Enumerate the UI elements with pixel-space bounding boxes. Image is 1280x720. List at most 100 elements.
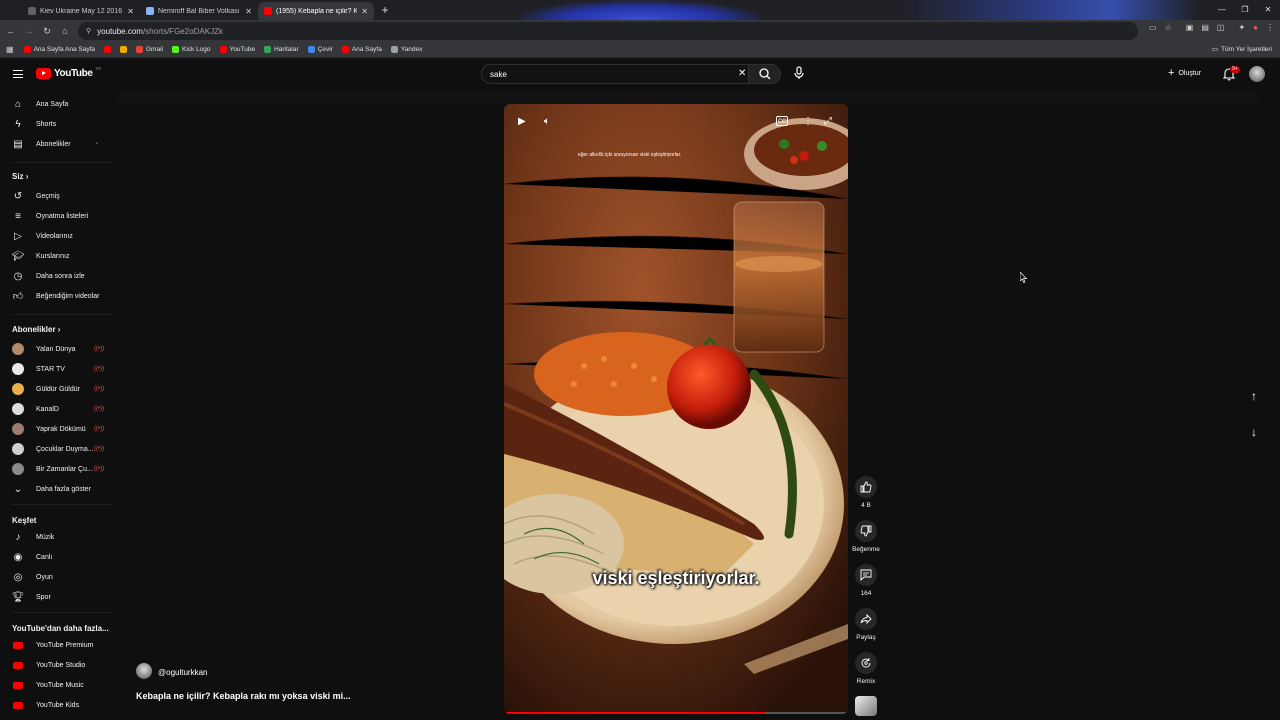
- sidebar-item[interactable]: Yaprak Dökümü ((•)): [0, 419, 118, 439]
- shorts-player[interactable]: ▶ 🔈︎ cc ⋮ ⤢ eğer alkollü içki soruyorsan…: [504, 104, 848, 714]
- bookmark-item[interactable]: [120, 46, 127, 53]
- back-icon[interactable]: ←: [2, 22, 20, 40]
- bookmark-item[interactable]: YouTube: [219, 46, 255, 53]
- bookmarks-bar: ▦ Ana Sayfa Ana Sayfa Gmail Kick Logo YouTu…: [0, 42, 1280, 58]
- sidebar-item[interactable]: 👍︎ Beğendiğim videolar: [0, 286, 118, 306]
- sidebar-item[interactable]: ≡ Oynatma listeleri: [0, 206, 118, 226]
- all-bookmarks[interactable]: ▭ Tüm Yer İşaretleri: [1211, 45, 1272, 54]
- sidebar-item[interactable]: Yalan Dünya ((•)): [0, 339, 118, 359]
- remix-button[interactable]: Remix: [848, 652, 884, 685]
- extension-icon[interactable]: ▣: [1186, 23, 1194, 32]
- channel-avatar-slot: [12, 383, 24, 395]
- clear-search-icon[interactable]: ✕: [738, 68, 746, 79]
- bookmark-star-icon[interactable]: ☆: [1165, 23, 1172, 32]
- sidebar-section-heading[interactable]: Siz ›: [12, 172, 28, 181]
- sidebar-item[interactable]: ◎ Oyun: [0, 567, 118, 587]
- menu-icon[interactable]: [13, 70, 23, 78]
- short-title[interactable]: Kebapla ne içilir? Kebapla rakı mı yoksa…: [136, 691, 351, 701]
- channel-avatar[interactable]: [136, 663, 152, 679]
- reload-icon[interactable]: ↻: [38, 22, 56, 40]
- sidebar-item[interactable]: YouTube Studio: [0, 655, 118, 675]
- home-icon[interactable]: ⌂: [56, 22, 74, 40]
- browser-tab[interactable]: Nemiroff Bal Biber Votkası » Th ✕: [140, 2, 258, 20]
- sidebar-item[interactable]: 🏆︎ Spor: [0, 587, 118, 607]
- profile-icon[interactable]: ●: [1253, 23, 1258, 32]
- url-input[interactable]: ⚲ youtube.com/shorts/FGe2oDAKJZk: [78, 22, 1138, 40]
- forward-icon[interactable]: →: [20, 22, 38, 40]
- create-button[interactable]: + Oluştur: [1168, 68, 1201, 79]
- sidebar-item[interactable]: ⌂ Ana Sayfa: [0, 94, 118, 114]
- like-button[interactable]: 4 B: [848, 476, 884, 509]
- more-options-icon[interactable]: ⋮: [803, 116, 813, 127]
- sidebar-item[interactable]: 🎓︎ Kurslarınız: [0, 246, 118, 266]
- play-icon[interactable]: ▶: [518, 116, 526, 127]
- browser-tab[interactable]: (1955) Kebapla ne içilir? Kebapla✕: [258, 2, 374, 20]
- search-box[interactable]: sake ✕: [481, 64, 781, 84]
- sidebar-item[interactable]: Güldür Güldür ((•)): [0, 379, 118, 399]
- sidebar-item[interactable]: ▷ Videolarınız: [0, 226, 118, 246]
- bookmark-item[interactable]: Ana Sayfa Ana Sayfa: [23, 46, 95, 53]
- browser-tab[interactable]: Kiev Ukraine May 12 2016 Nem ✕: [22, 2, 140, 20]
- sidebar-item[interactable]: STAR TV ((•)): [0, 359, 118, 379]
- share-button[interactable]: Paylaş: [848, 608, 884, 641]
- maximize-icon[interactable]: ❐: [1234, 0, 1256, 20]
- search-input[interactable]: sake: [490, 70, 507, 79]
- user-avatar[interactable]: [1249, 66, 1265, 82]
- bookmark-item[interactable]: [104, 46, 111, 53]
- sidebar-item[interactable]: ◷ Daha sonra izle: [0, 266, 118, 286]
- sidebar-section-heading[interactable]: Abonelikler ›: [12, 325, 60, 334]
- notification-badge: 9+: [1230, 66, 1240, 73]
- fullscreen-icon[interactable]: ⤢: [824, 116, 832, 127]
- youtube-logo[interactable]: YouTube TR: [36, 66, 101, 79]
- sidebar-item[interactable]: ⌄ Daha fazla göster: [0, 479, 118, 499]
- dislike-button[interactable]: Beğenme: [848, 520, 884, 553]
- apps-icon[interactable]: ▦: [6, 45, 14, 54]
- bookmark-item[interactable]: Çevir: [307, 46, 333, 53]
- live-indicator-icon: ((•)): [94, 466, 105, 472]
- captions-icon[interactable]: cc: [776, 116, 788, 126]
- comments-button[interactable]: 164: [848, 564, 884, 597]
- voice-search-button[interactable]: [790, 64, 808, 82]
- sidebar-item[interactable]: ↺ Geçmiş: [0, 186, 118, 206]
- video-progress-bar[interactable]: [504, 712, 848, 714]
- sidebar-item[interactable]: ♪ Müzik: [0, 527, 118, 547]
- sidebar-item[interactable]: Bir Zamanlar Çu... ((•)): [0, 459, 118, 479]
- next-short-icon[interactable]: ↓: [1245, 423, 1263, 441]
- sidebar-item[interactable]: ▤ Abonelikler •: [0, 134, 118, 154]
- minimize-icon[interactable]: —: [1211, 0, 1233, 20]
- sidebar-item[interactable]: KanalD ((•)): [0, 399, 118, 419]
- channel-handle[interactable]: @ogulturkkan: [158, 668, 207, 677]
- volume-icon[interactable]: 🔈︎: [544, 116, 550, 127]
- browser-menu-icon[interactable]: ⋮: [1266, 23, 1274, 32]
- download-icon[interactable]: ▤: [1201, 23, 1209, 32]
- sidebar-item[interactable]: YouTube Premium: [0, 635, 118, 655]
- bookmark-item[interactable]: Yandex: [390, 46, 422, 53]
- close-window-icon[interactable]: ✕: [1257, 0, 1279, 20]
- site-info-icon[interactable]: ⚲: [86, 27, 91, 35]
- close-tab-icon[interactable]: ✕: [361, 7, 368, 16]
- new-content-dot-icon: •: [96, 141, 98, 147]
- search-button[interactable]: [748, 65, 780, 83]
- close-tab-icon[interactable]: ✕: [245, 7, 252, 16]
- bookmark-item[interactable]: Kick Logo: [171, 46, 211, 53]
- sidebar-item[interactable]: Çocuklar Duyma... ((•)): [0, 439, 118, 459]
- sidebar-item-label: YouTube Music: [36, 681, 84, 689]
- sidebar-item[interactable]: YouTube Music: [0, 675, 118, 695]
- live-indicator-icon: ((•)): [94, 346, 105, 352]
- cast-icon[interactable]: ▭: [1149, 23, 1157, 32]
- sidebar-item-label: Güldür Güldür: [36, 385, 80, 393]
- folder-icon: ▭: [1211, 46, 1219, 53]
- previous-short-icon[interactable]: ↑: [1245, 387, 1263, 405]
- media-icon[interactable]: ◫: [1217, 23, 1225, 32]
- sidebar-item[interactable]: YouTube Kids: [0, 695, 118, 715]
- close-tab-icon[interactable]: ✕: [127, 7, 134, 16]
- sidebar-item[interactable]: ◉ Canlı: [0, 547, 118, 567]
- bookmark-item[interactable]: Haritalar: [264, 46, 299, 53]
- bookmark-item[interactable]: Ana Sayfa: [341, 46, 382, 53]
- bookmark-item[interactable]: Gmail: [136, 46, 163, 53]
- extensions-puzzle-icon[interactable]: ✦: [1238, 23, 1245, 32]
- liked-icon: 👍︎: [12, 291, 24, 302]
- channel-thumbnail[interactable]: [855, 696, 877, 716]
- new-tab-button[interactable]: +: [378, 3, 392, 17]
- sidebar-item[interactable]: ϟ Shorts: [0, 114, 118, 134]
